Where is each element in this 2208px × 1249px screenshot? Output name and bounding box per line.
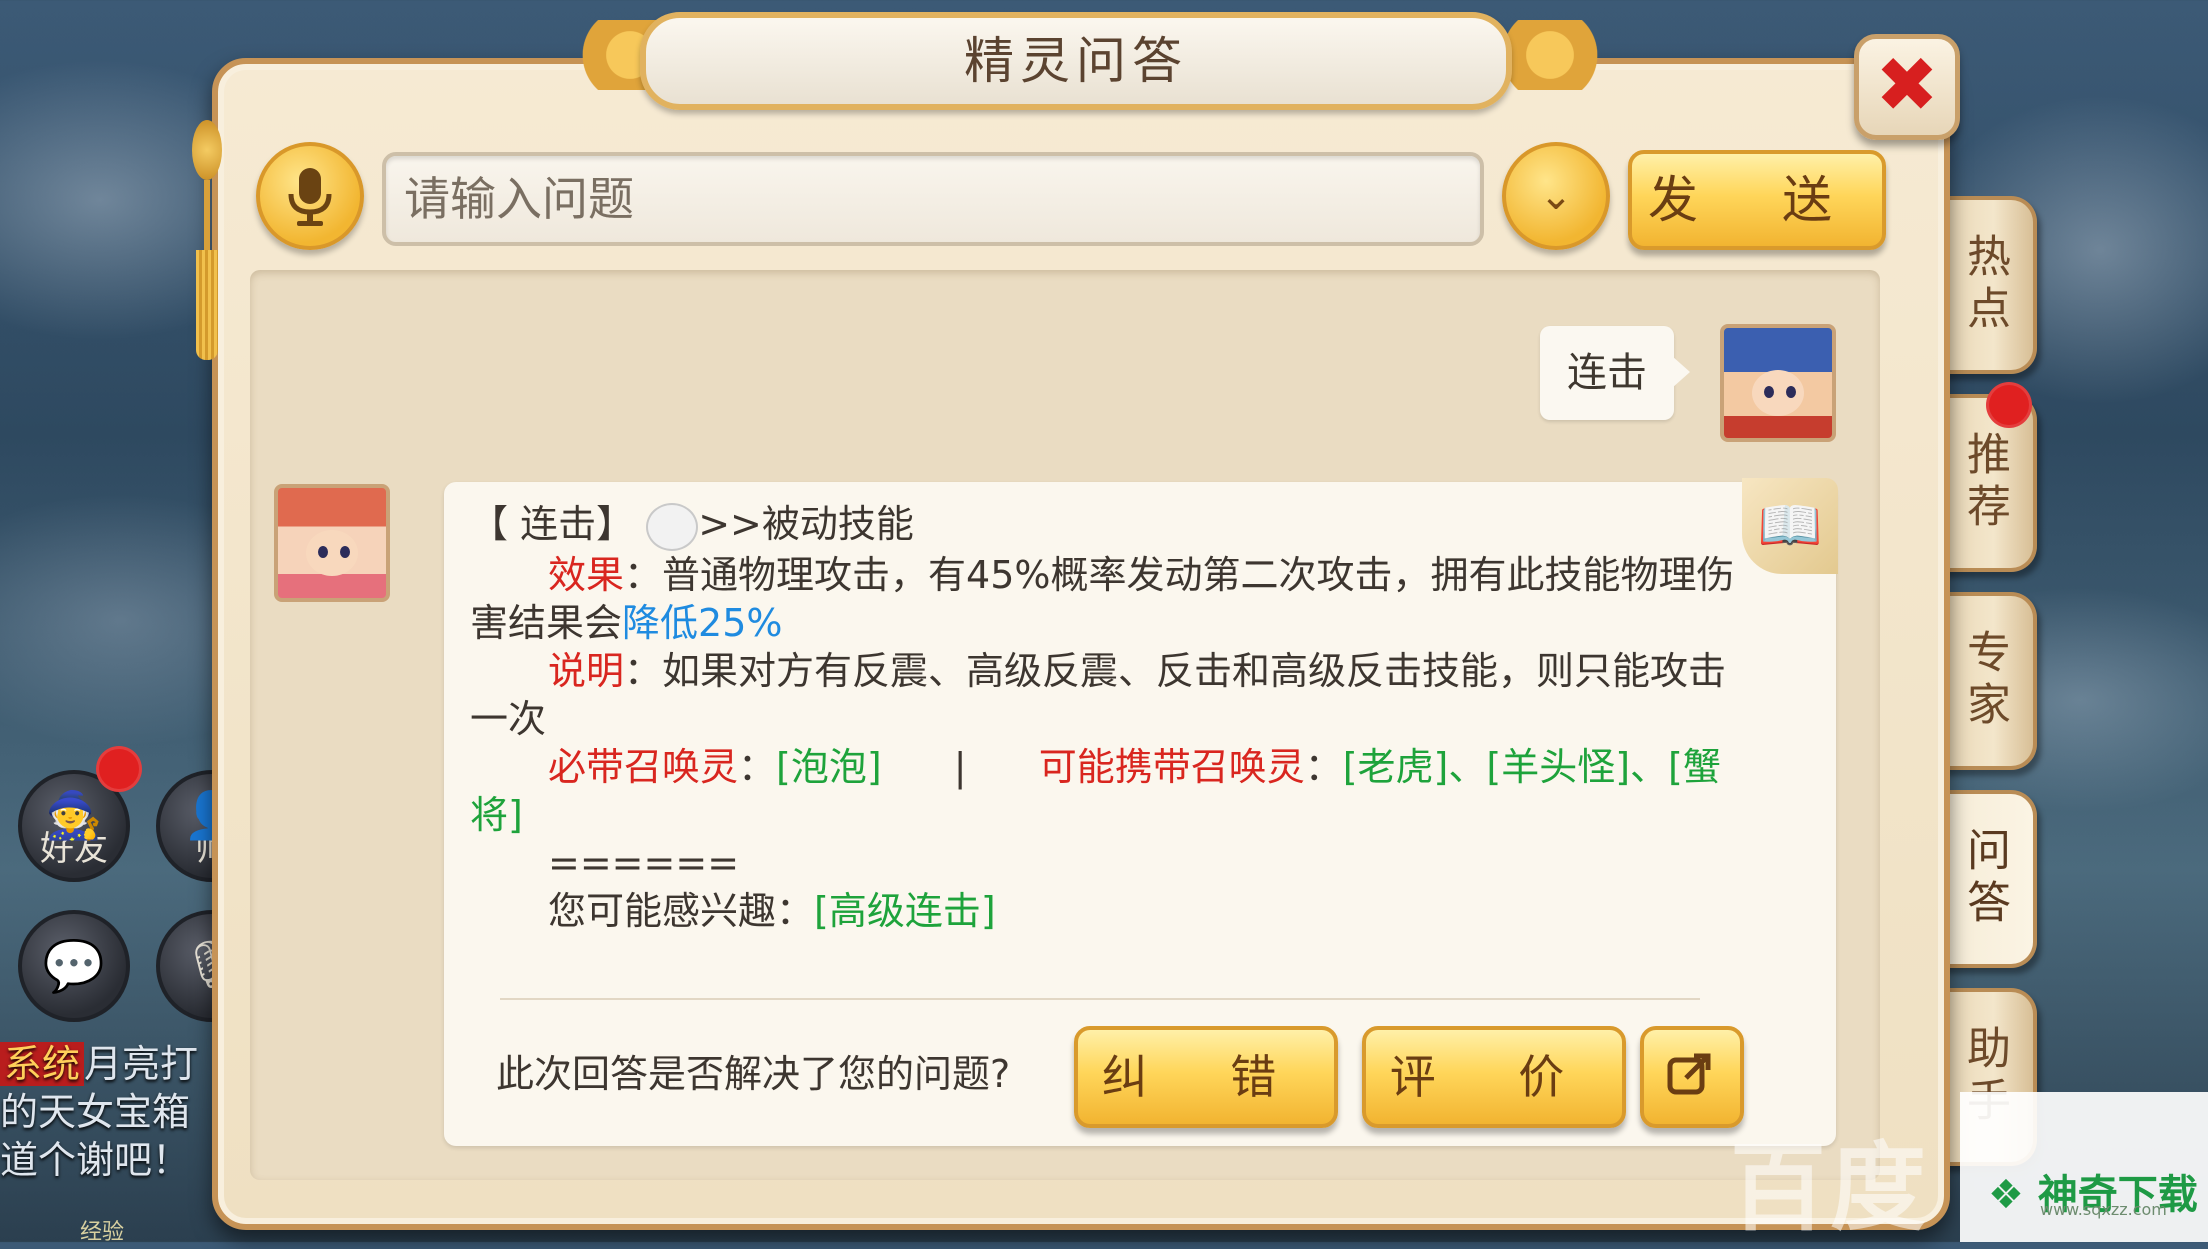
must-colon: ： [738, 744, 777, 789]
divider [500, 998, 1700, 1000]
note-text: ：如果对方有反震、高级反震、反击和高级反击技能，则只能攻击 [624, 648, 1727, 693]
interest-label: 您可能感兴趣： [548, 888, 815, 933]
site-url: www.sqxzz.com [2040, 1200, 2167, 1219]
effect-highlight[interactable]: 降低25% [622, 601, 782, 645]
send-button[interactable]: 发 送 [1628, 150, 1886, 250]
notification-dot [96, 746, 142, 792]
must-summon-label: 必带召唤灵 [548, 744, 739, 789]
must-summon-link[interactable]: [泡泡] [776, 745, 882, 789]
rate-button[interactable]: 评 价 [1362, 1026, 1626, 1128]
skill-name: 【 连击】 [470, 502, 635, 546]
divider-text: ====== [548, 840, 740, 885]
chat-tag: 系统 [0, 1042, 85, 1086]
maybe-summon-label: 可能携带召唤灵 [1038, 744, 1305, 789]
interest-line: 您可能感兴趣：[高级连击] [470, 887, 1760, 935]
dialog-title: 精灵问答 [640, 12, 1512, 110]
note-line-2: 一次 [470, 696, 547, 741]
interest-link[interactable]: [高级连击] [814, 889, 996, 933]
effect-text-cont: 害结果会 [470, 600, 623, 645]
chat-line: 月亮打 [84, 1042, 199, 1086]
chat-button[interactable]: 💬 [18, 910, 130, 1022]
baidu-watermark: 百度 [1730, 1132, 1930, 1244]
share-button[interactable] [1640, 1026, 1744, 1128]
feedback-question: 此次回答是否解决了您的问题? [496, 1052, 1011, 1096]
tassel-ornament [192, 120, 222, 380]
pet-icon [646, 502, 699, 551]
question-input[interactable] [386, 156, 1462, 242]
exp-label: 经验 [80, 1220, 125, 1245]
maybe-summon-links[interactable]: [老虎]、[羊头怪]、[蟹 [1343, 745, 1721, 789]
maybe-summon-links-cont[interactable]: 将] [470, 791, 1760, 839]
spirit-avatar [274, 484, 390, 602]
summon-line: 必带召唤灵：[泡泡] | 可能携带召唤灵：[老虎]、[羊头怪]、[蟹 [470, 743, 1760, 791]
effect-label: 效果 [548, 552, 625, 597]
correct-error-button[interactable]: 纠 错 [1074, 1026, 1338, 1128]
note-line: 说明：如果对方有反震、高级反震、反击和高级反击技能，则只能攻击 [470, 647, 1760, 695]
tab-expert[interactable]: 专家 [1935, 592, 2037, 770]
skill-header: 【 连击】 >>被动技能 [470, 500, 1760, 551]
microphone-icon [288, 168, 332, 226]
chevron-down-icon: ⌄ [1539, 173, 1573, 219]
tab-qa[interactable]: 问答 [1935, 790, 2037, 968]
chat-bubble-icon: 💬 [42, 937, 106, 995]
separator: | [953, 744, 967, 789]
share-icon [1667, 1053, 1711, 1095]
maybe-colon: ： [1304, 744, 1343, 789]
recommend-notification-dot [1986, 382, 2032, 428]
user-avatar [1720, 324, 1836, 442]
answer-text: 【 连击】 >>被动技能 效果：普通物理攻击，有45%概率发动第二次攻击，拥有此… [470, 500, 1760, 935]
tab-hot[interactable]: 热点 [1935, 196, 2037, 374]
note-label: 说明 [548, 648, 625, 693]
question-input-box[interactable] [382, 152, 1484, 246]
history-dropdown-button[interactable]: ⌄ [1502, 142, 1610, 250]
voice-input-button[interactable] [256, 142, 364, 250]
wizard-hat-icon: 🧙 [45, 788, 103, 842]
close-icon: ✖ [1875, 40, 1939, 129]
effect-text: ：普通物理攻击，有45%概率发动第二次攻击，拥有此技能物理伤 [624, 552, 1735, 597]
effect-line: 效果：普通物理攻击，有45%概率发动第二次攻击，拥有此技能物理伤 [470, 551, 1760, 599]
effect-line-2: 害结果会降低25% [470, 599, 1760, 647]
user-question-bubble: 连击 [1540, 326, 1690, 420]
close-button[interactable]: ✖ [1854, 34, 1960, 140]
skill-type: >>被动技能 [698, 502, 914, 546]
